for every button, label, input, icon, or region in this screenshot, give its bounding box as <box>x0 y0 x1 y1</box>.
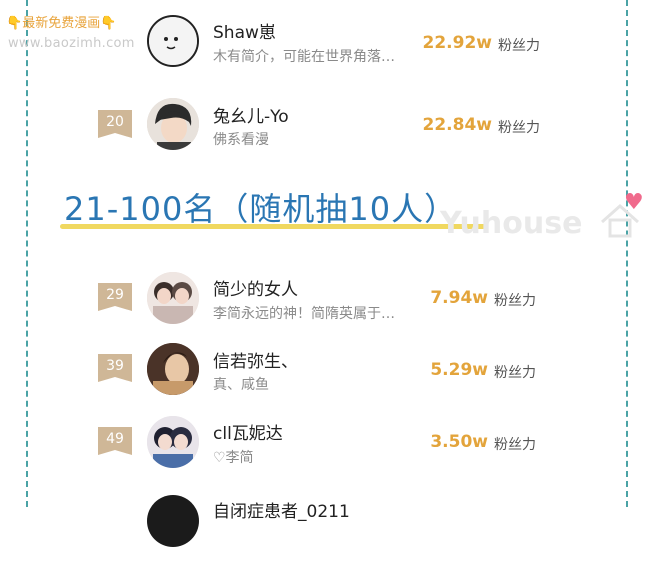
avatar[interactable] <box>147 98 199 150</box>
user-name[interactable]: 兔幺儿-Yo <box>213 102 289 127</box>
ranking-row[interactable]: 29 简少的女人 李简永远的神！简隋英属于… 7.94w 粉丝力 <box>0 271 650 341</box>
avatar[interactable] <box>147 343 199 395</box>
fans-count: 5.29w <box>430 360 488 380</box>
ranking-row[interactable]: 20 兔幺儿-Yo 佛系看漫 22.84w 粉丝力 <box>0 97 650 167</box>
ranking-row[interactable]: 39 信若弥生、 真、咸鱼 5.29w 粉丝力 <box>0 343 650 413</box>
fans-count: 7.94w <box>430 288 488 308</box>
anime-boy-avatar-icon <box>147 98 199 150</box>
fans-unit-label: 粉丝力 <box>498 38 540 54</box>
user-bio: 木有简介，可能在世界角落… <box>213 49 395 65</box>
user-name[interactable]: Shaw崽 <box>213 18 276 43</box>
ranking-row[interactable]: 49 cll瓦妮达 ♡李简 3.50w 粉丝力 <box>0 415 650 485</box>
couple-avatar-icon <box>147 272 199 324</box>
fans-unit-label: 粉丝力 <box>494 365 536 381</box>
fans-count: 3.50w <box>430 432 488 452</box>
brand-logo: Yuhouse <box>440 206 583 241</box>
user-name[interactable]: cll瓦妮达 <box>213 419 283 444</box>
fans-count: 22.92w <box>422 33 492 53</box>
fans-unit-label: 粉丝力 <box>498 120 540 136</box>
user-bio: 真、咸鱼 <box>213 377 269 393</box>
user-name[interactable]: 信若弥生、 <box>213 347 298 372</box>
avatar[interactable] <box>147 495 199 547</box>
ghost-avatar-icon <box>149 17 197 65</box>
couple-avatar-icon <box>147 416 199 468</box>
fans-unit-label: 粉丝力 <box>494 293 536 309</box>
user-name[interactable]: 简少的女人 <box>213 275 298 300</box>
rank-badge: 29 <box>98 283 132 311</box>
rank-badge: 49 <box>98 427 132 455</box>
user-bio: 李简永远的神！简隋英属于… <box>213 306 395 322</box>
fans-unit-label: 粉丝力 <box>494 437 536 453</box>
rank-badge: 20 <box>98 110 132 138</box>
fans-count: 22.84w <box>422 115 492 135</box>
title-underline <box>60 224 486 229</box>
portrait-avatar-icon <box>147 343 199 395</box>
user-bio: ♡李简 <box>213 450 254 466</box>
heart-icon: ♥ <box>624 190 644 215</box>
ranking-row[interactable]: Shaw崽 木有简介，可能在世界角落… 22.92w 粉丝力 <box>0 12 650 82</box>
user-bio: 佛系看漫 <box>213 132 269 148</box>
avatar[interactable] <box>147 416 199 468</box>
rank-badge: 39 <box>98 354 132 382</box>
avatar[interactable] <box>147 272 199 324</box>
ranking-row[interactable]: 自闭症患者_0211 <box>0 493 650 563</box>
user-name[interactable]: 自闭症患者_0211 <box>213 497 350 522</box>
avatar[interactable] <box>147 15 199 67</box>
